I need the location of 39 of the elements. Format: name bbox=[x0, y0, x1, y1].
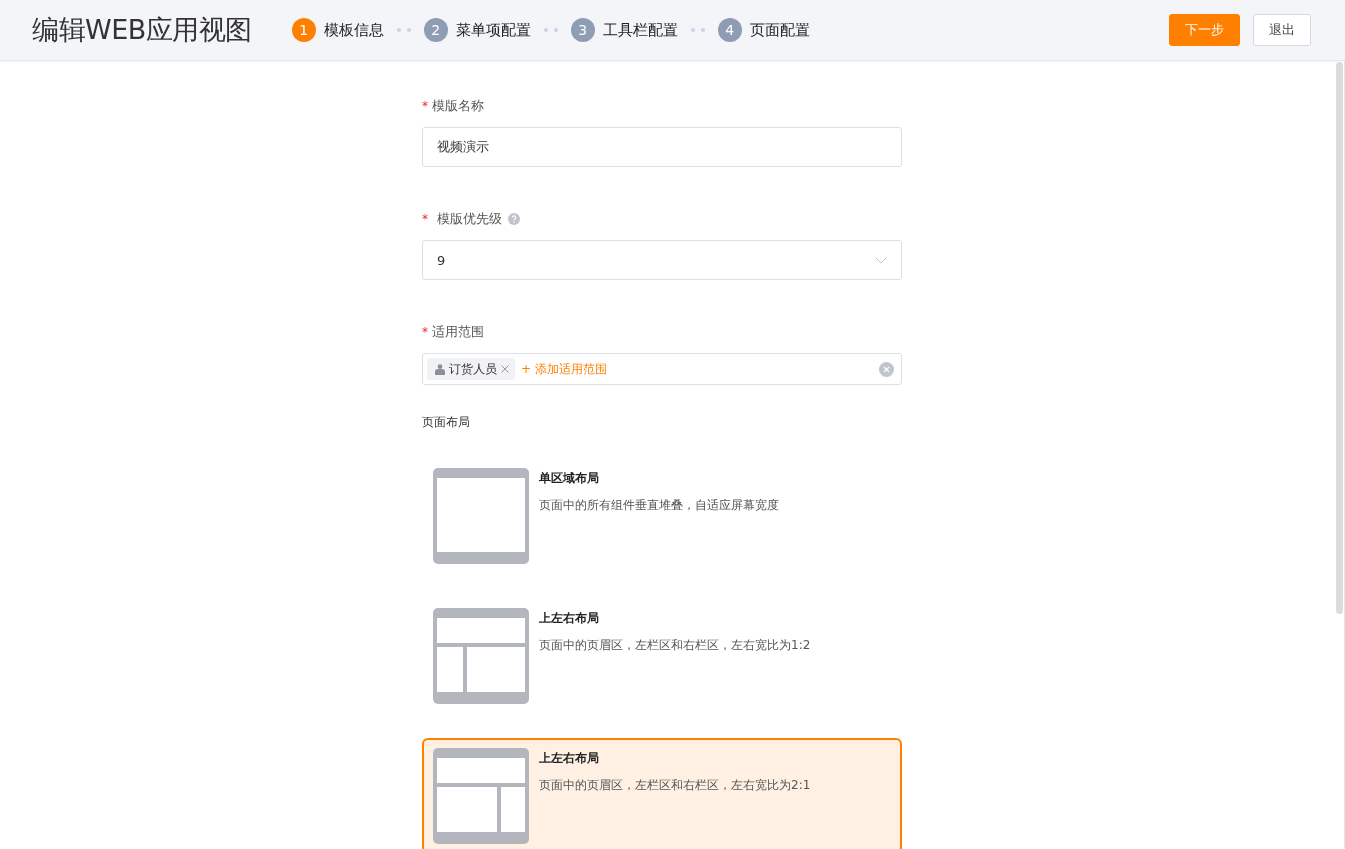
step-connector-icon bbox=[396, 28, 411, 32]
chevron-down-icon bbox=[875, 256, 887, 264]
layout-title: 上左右布局 bbox=[539, 750, 600, 767]
section-label: 页面布局 bbox=[422, 414, 471, 431]
layout-option[interactable]: 单区域布局 页面中的所有组件垂直堆叠，自适应屏幕宽度 bbox=[422, 458, 902, 573]
step-number: 4 bbox=[717, 18, 742, 42]
step-label[interactable]: 页面配置 bbox=[749, 20, 810, 40]
name-input-field[interactable]: 视频演示 bbox=[422, 127, 902, 167]
step-connector-icon bbox=[543, 28, 558, 32]
required-mark: * bbox=[422, 99, 428, 113]
step-label[interactable]: 工具栏配置 bbox=[602, 20, 678, 40]
layout-description: 页面中的页眉区，左栏区和右栏区，左右宽比为1:2 bbox=[539, 637, 811, 654]
layout-description: 页面中的页眉区，左栏区和右栏区，左右宽比为2:1 bbox=[539, 777, 811, 794]
layout-title: 单区域布局 bbox=[539, 470, 600, 487]
required-mark: * bbox=[422, 325, 428, 339]
priority-select[interactable]: 9 bbox=[422, 240, 902, 280]
layout-title: 上左右布局 bbox=[539, 610, 600, 627]
tag-label: 订货人员 bbox=[449, 360, 497, 378]
field-label: 模版优先级 bbox=[437, 210, 502, 228]
required-mark: * bbox=[422, 212, 428, 226]
clear-icon[interactable] bbox=[879, 361, 894, 377]
step-connector-icon bbox=[690, 28, 705, 32]
scope-select-field[interactable]: 订货人员 + 添加适用范围 bbox=[422, 353, 902, 385]
help-icon[interactable] bbox=[508, 213, 520, 225]
step-number: 2 bbox=[423, 18, 448, 42]
page-title: 编辑WEB应用视图 bbox=[32, 13, 252, 47]
close-icon[interactable] bbox=[501, 365, 509, 373]
layout-option[interactable]: 上左右布局 页面中的页眉区，左栏区和右栏区，左右宽比为2:1 bbox=[422, 738, 902, 849]
person-icon bbox=[435, 363, 445, 375]
step-label[interactable]: 模板信息 bbox=[323, 20, 384, 40]
layout-description: 页面中的所有组件垂直堆叠，自适应屏幕宽度 bbox=[539, 497, 779, 514]
exit-button[interactable]: 退出 bbox=[1253, 14, 1311, 46]
field-label: 模版名称 bbox=[432, 97, 484, 115]
step-label[interactable]: 菜单项配置 bbox=[455, 20, 531, 40]
field-label: 适用范围 bbox=[432, 323, 484, 341]
step-number: 1 bbox=[291, 18, 316, 42]
layout-option[interactable]: 上左右布局 页面中的页眉区，左栏区和右栏区，左右宽比为1:2 bbox=[422, 598, 902, 713]
scrollbar-thumb[interactable] bbox=[1336, 62, 1343, 614]
step-number: 3 bbox=[570, 18, 595, 42]
